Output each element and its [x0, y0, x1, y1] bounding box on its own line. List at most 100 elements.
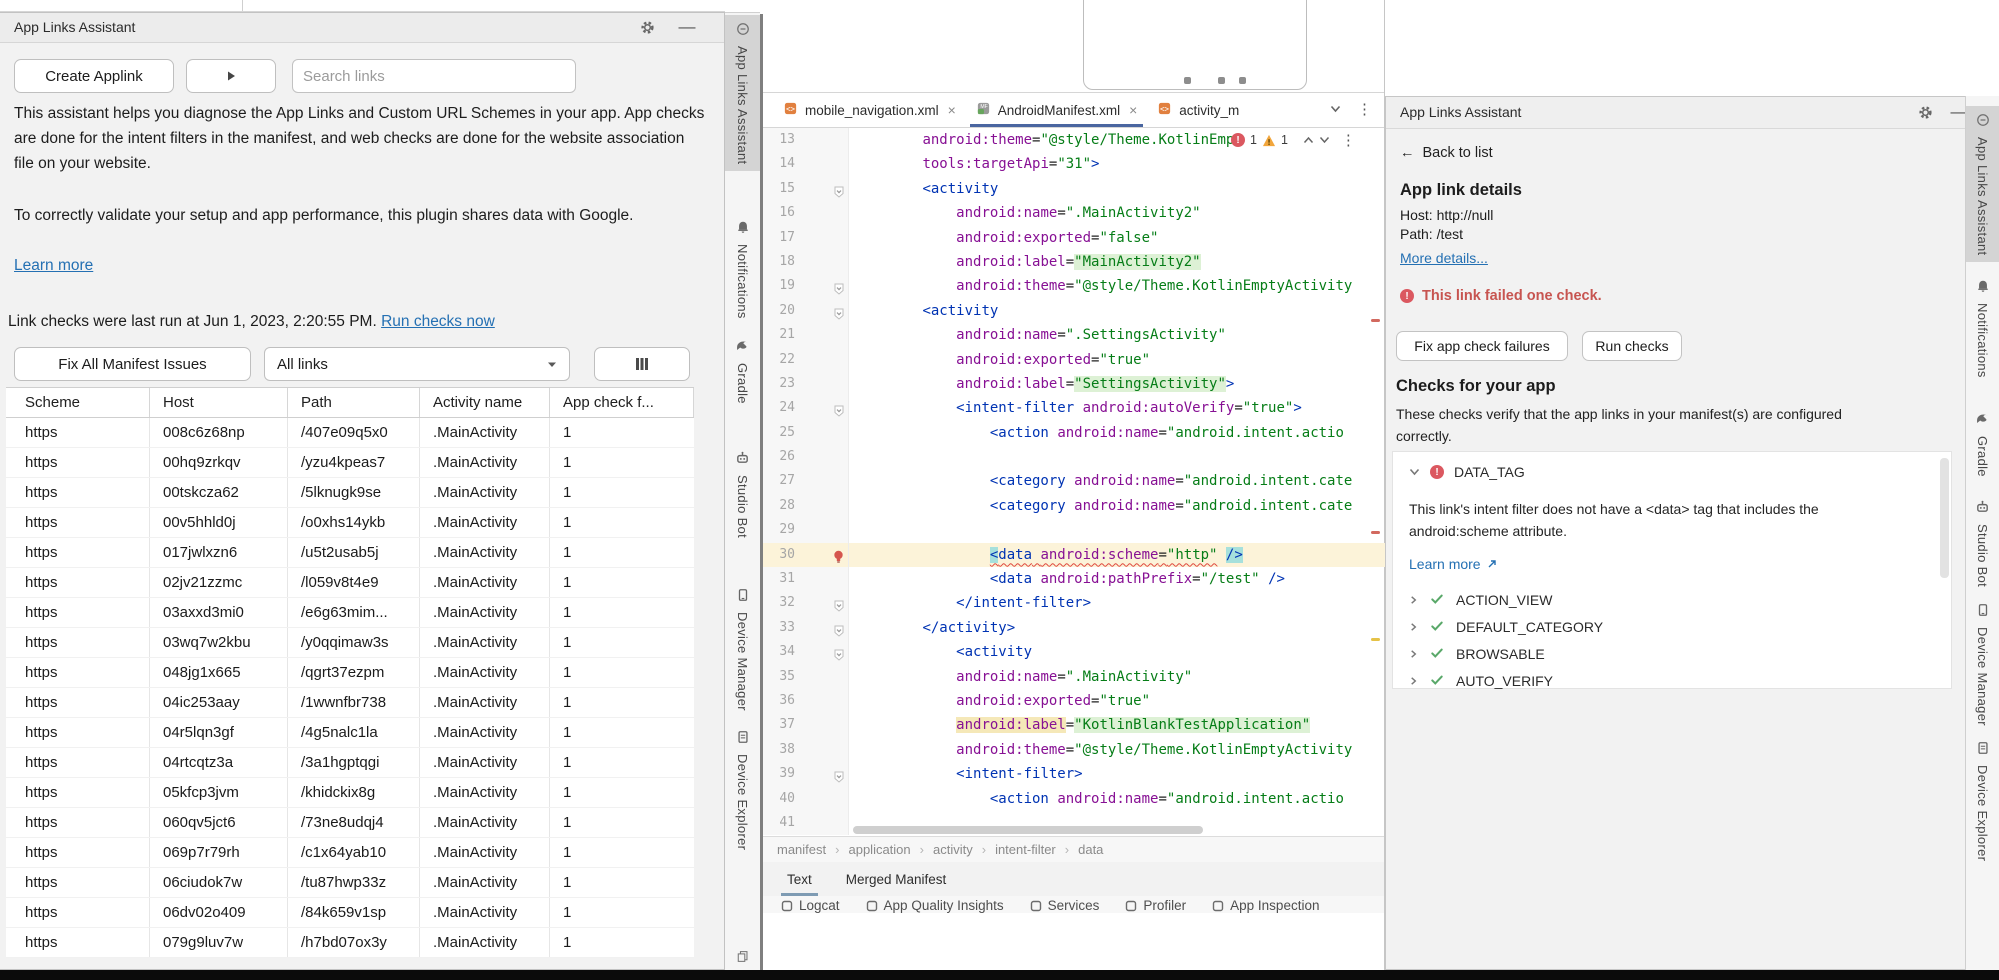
passed-check-action_view[interactable]: ACTION_VIEW	[1409, 592, 1552, 608]
gutter[interactable]: 25	[763, 421, 849, 445]
gutter[interactable]: 37	[763, 713, 849, 737]
code-line-16[interactable]: 16 android:name=".MainActivity2"	[763, 201, 1385, 225]
table-row[interactable]: https 06ciudok7w /tu87hwp33z .MainActivi…	[6, 868, 694, 898]
play-button[interactable]	[186, 59, 276, 93]
table-row[interactable]: https 048jg1x665 /qgrt37ezpm .MainActivi…	[6, 658, 694, 688]
gutter[interactable]: 22	[763, 348, 849, 372]
code-line-18[interactable]: 18 android:label="MainActivity2"	[763, 250, 1385, 274]
gutter[interactable]: 19	[763, 274, 849, 298]
stripe-item-gradle[interactable]: Gradle	[1966, 404, 1999, 484]
configure-columns-button[interactable]	[594, 347, 690, 381]
passed-check-default_category[interactable]: DEFAULT_CATEGORY	[1409, 619, 1603, 635]
gutter[interactable]: 16	[763, 201, 849, 225]
table-row[interactable]: https 03axxd3mi0 /e6g63mim... .MainActiv…	[6, 598, 694, 628]
breadcrumb-item[interactable]: data	[1056, 842, 1104, 857]
code-line-29[interactable]: 29	[763, 518, 1385, 542]
code-line-15[interactable]: 15 <activity	[763, 177, 1385, 201]
code-line-20[interactable]: 20 <activity	[763, 299, 1385, 323]
col-appcheck[interactable]: App check f...	[550, 388, 694, 417]
learn-more-link[interactable]: Learn more	[14, 257, 93, 275]
gutter[interactable]: 33	[763, 616, 849, 640]
gutter[interactable]: 15	[763, 177, 849, 201]
gutter[interactable]: 20	[763, 299, 849, 323]
close-icon[interactable]: ×	[948, 102, 956, 118]
table-row[interactable]: https 03wq7w2kbu /y0qqimaw3s .MainActivi…	[6, 628, 694, 658]
col-activity[interactable]: Activity name	[420, 388, 550, 417]
fix-all-manifest-issues-button[interactable]: Fix All Manifest Issues	[14, 347, 251, 381]
bottom-tab-merged-manifest[interactable]: Merged Manifest	[846, 862, 947, 896]
gear-icon[interactable]	[1914, 101, 1936, 123]
stripe-item-gradle[interactable]: Gradle	[725, 331, 760, 411]
warning-stripe-mark[interactable]	[1371, 638, 1380, 641]
col-scheme[interactable]: Scheme	[6, 388, 150, 417]
gutter[interactable]: 13	[763, 128, 849, 152]
gutter[interactable]: 36	[763, 689, 849, 713]
bottom-stripe-item[interactable]: App Inspection	[1212, 896, 1319, 913]
gutter[interactable]: 41	[763, 811, 849, 835]
failed-check-row[interactable]: ! DATA_TAG	[1409, 464, 1525, 480]
bottom-tab-text[interactable]: Text	[787, 862, 812, 896]
learn-more-row[interactable]: Learn more	[1409, 556, 1497, 572]
stripe-item-device-manager[interactable]: Device Manager	[1966, 596, 1999, 733]
stripe-item-device-explorer[interactable]: Device Explorer	[725, 723, 760, 857]
code-line-31[interactable]: 31 <data android:pathPrefix="/test" />	[763, 567, 1385, 591]
gutter[interactable]: 26	[763, 445, 849, 469]
gutter[interactable]: 32	[763, 591, 849, 615]
gutter[interactable]: 27	[763, 469, 849, 493]
gutter[interactable]: 31	[763, 567, 849, 591]
gutter[interactable]: 18	[763, 250, 849, 274]
bottom-stripe-item[interactable]: Services	[1030, 896, 1100, 913]
gutter[interactable]: 17	[763, 226, 849, 250]
gutter[interactable]: 34	[763, 640, 849, 664]
gutter[interactable]: 38	[763, 738, 849, 762]
code-line-26[interactable]: 26	[763, 445, 1385, 469]
back-to-list-link[interactable]: ← Back to list	[1400, 145, 1493, 161]
code-line-37[interactable]: 37 android:label="KotlinBlankTestApplica…	[763, 713, 1385, 737]
inspection-widget[interactable]: ! 1 1 ⋮	[1231, 131, 1356, 149]
next-issue-icon[interactable]	[1319, 136, 1330, 144]
close-icon[interactable]: ×	[1129, 102, 1137, 118]
code-line-19[interactable]: 19 android:theme="@style/Theme.KotlinEmp…	[763, 274, 1385, 298]
table-row[interactable]: https 04ic253aay /1wwnfbr738 .MainActivi…	[6, 688, 694, 718]
gutter[interactable]: 29	[763, 518, 849, 542]
gutter[interactable]: 14	[763, 152, 849, 176]
search-input[interactable]	[292, 59, 576, 93]
breadcrumb-item[interactable]: intent-filter	[973, 842, 1056, 857]
breadcrumb-item[interactable]: manifest	[777, 842, 826, 857]
kebab-menu-icon[interactable]: ⋮	[1341, 131, 1356, 149]
gutter[interactable]: 39	[763, 762, 849, 786]
table-row[interactable]: https 00tskcza62 /5lknugk9se .MainActivi…	[6, 478, 694, 508]
bottom-stripe-item[interactable]: Logcat	[781, 896, 840, 913]
stripe-item-device-explorer[interactable]: Device Explorer	[1966, 734, 1999, 868]
table-row[interactable]: https 069p7r79rh /c1x64yab10 .MainActivi…	[6, 838, 694, 868]
breadcrumb-item[interactable]: application	[826, 842, 911, 857]
error-stripe-mark[interactable]	[1371, 319, 1380, 322]
horizontal-scrollbar[interactable]	[853, 826, 1203, 834]
code-line-34[interactable]: 34 <activity	[763, 640, 1385, 664]
gutter[interactable]: 28	[763, 494, 849, 518]
gutter[interactable]: 30	[763, 543, 849, 567]
table-row[interactable]: https 04rtcqtz3a /3a1hgptqgi .MainActivi…	[6, 748, 694, 778]
fix-app-check-failures-button[interactable]: Fix app check failures	[1396, 331, 1568, 361]
code-line-33[interactable]: 33 </activity>	[763, 616, 1385, 640]
code-line-27[interactable]: 27 <category android:name="android.inten…	[763, 469, 1385, 493]
code-line-24[interactable]: 24 <intent-filter android:autoVerify="tr…	[763, 396, 1385, 420]
table-row[interactable]: https 06dv02o409 /84k659v1sp .MainActivi…	[6, 898, 694, 928]
code-line-17[interactable]: 17 android:exported="false"	[763, 226, 1385, 250]
table-row[interactable]: https 04r5lqn3gf /4g5nalc1la .MainActivi…	[6, 718, 694, 748]
run-checks-button[interactable]: Run checks	[1582, 331, 1682, 361]
stripe-item-notifications[interactable]: Notifications	[1966, 272, 1999, 385]
run-checks-now-link[interactable]: Run checks now	[381, 313, 495, 330]
table-row[interactable]: https 05kfcp3jvm /khidckix8g .MainActivi…	[6, 778, 694, 808]
stripe-item-studio-bot[interactable]: Studio Bot	[1966, 492, 1999, 594]
table-row[interactable]: https 00v5hhld0j /o0xhs14ykb .MainActivi…	[6, 508, 694, 538]
editor-tab-AndroidManifest.xml[interactable]: MFAndroidManifest.xml×	[966, 93, 1148, 127]
table-row[interactable]: https 060qv5jct6 /73ne8udqj4 .MainActivi…	[6, 808, 694, 838]
gutter[interactable]: 40	[763, 787, 849, 811]
stripe-item-studio-bot[interactable]: Studio Bot	[725, 443, 760, 545]
table-row[interactable]: https 008c6z68np /407e09q5x0 .MainActivi…	[6, 418, 694, 448]
code-line-23[interactable]: 23 android:label="SettingsActivity">	[763, 372, 1385, 396]
stripe-item-device-manager[interactable]: Device Manager	[725, 581, 760, 718]
editor-tab-activity_m[interactable]: <>activity_m	[1147, 93, 1249, 127]
kebab-menu-icon[interactable]: ⋮	[1357, 100, 1372, 118]
